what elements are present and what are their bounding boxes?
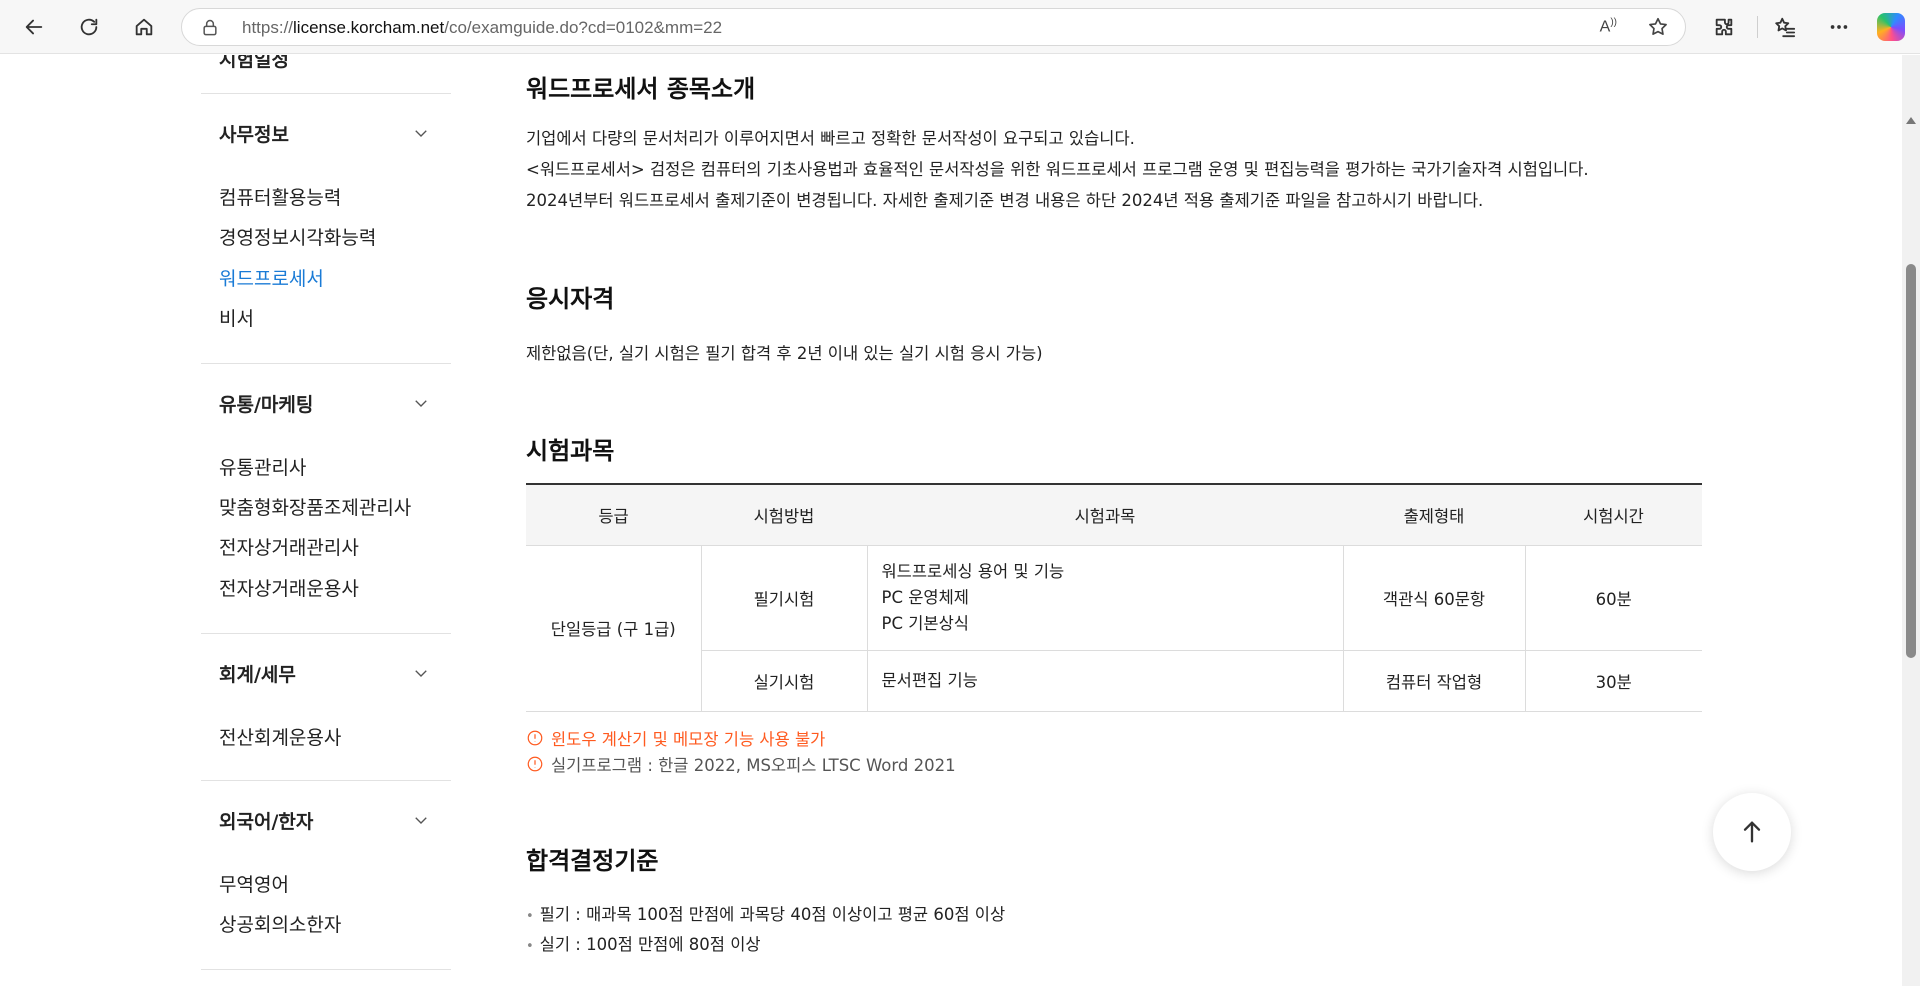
- intro-line: 기업에서 다량의 문서처리가 이루어지면서 빠르고 정확한 문서작성이 요구되고…: [526, 129, 1135, 148]
- header-format: 출제형태: [1343, 483, 1525, 546]
- url-prefix: https://: [242, 18, 294, 37]
- sidebar-item-distribution-manager[interactable]: 유통관리사: [219, 453, 306, 480]
- more-button[interactable]: [1821, 9, 1857, 45]
- scrollbar-thumb[interactable]: [1906, 264, 1916, 658]
- favorites-icon: [1775, 17, 1796, 38]
- table-row: 실기시험 문서편집 기능 컴퓨터 작업형 30분: [526, 650, 1702, 712]
- home-button[interactable]: [126, 9, 162, 45]
- sidebar-item-exam-schedule[interactable]: 시험일정: [219, 55, 289, 72]
- back-icon: [25, 19, 43, 35]
- note-text: 윈도우 계산기 및 메모장 기능 사용 불가: [551, 730, 826, 749]
- url-host: license.korcham.net: [293, 18, 445, 37]
- subject-item: PC 기본상식: [881, 613, 969, 633]
- subjects-cell: 워드프로세싱 용어 및 기능 PC 운영체제 PC 기본상식: [866, 545, 1343, 651]
- list-item: 실기 : 100점 만점에 80점 이상: [526, 931, 761, 955]
- table-row: 단일등급 (구 1급) 필기시험 워드프로세싱 용어 및 기능 PC 운영체제 …: [526, 545, 1702, 712]
- scroll-to-top-button[interactable]: [1713, 793, 1791, 871]
- subject-item: PC 운영체제: [881, 587, 969, 607]
- divider: [201, 93, 451, 94]
- sidebar-item-word-processor[interactable]: 워드프로세서: [219, 264, 324, 291]
- sidebar-group-languages[interactable]: 외국어/한자: [219, 807, 313, 834]
- intro-title: 워드프로세서 종목소개: [526, 75, 756, 103]
- sidebar-group-accounting[interactable]: 회계/세무: [219, 660, 296, 687]
- warning-note: 윈도우 계산기 및 메모장 기능 사용 불가: [526, 726, 825, 750]
- sidebar-group-office[interactable]: 사무정보: [219, 120, 289, 147]
- divider: [201, 363, 451, 364]
- time-cell: 60분: [1524, 545, 1702, 651]
- address-bar[interactable]: https://license.korcham.net/co/examguide…: [181, 8, 1686, 46]
- pass-criteria-title: 합격결정기준: [526, 847, 659, 875]
- list-item: 필기 : 매과목 100점 만점에 과목당 40점 이상이고 평균 60점 이상: [526, 901, 1005, 925]
- scroll-up-arrow[interactable]: [1906, 117, 1916, 124]
- url-text[interactable]: https://license.korcham.net/co/examguide…: [242, 18, 722, 38]
- method-cell: 필기시험: [700, 545, 867, 651]
- sidebar-item-trade-english[interactable]: 무역영어: [219, 870, 289, 897]
- chevron-down-icon[interactable]: [412, 664, 430, 682]
- sidebar-item-secretary[interactable]: 비서: [219, 304, 254, 331]
- subjects-title: 시험과목: [526, 437, 615, 465]
- sidebar-item-ecommerce-operator[interactable]: 전자상거래운용사: [219, 574, 359, 601]
- divider: [201, 969, 451, 970]
- copilot-icon[interactable]: [1877, 13, 1905, 41]
- read-aloud-icon[interactable]: A)): [1600, 17, 1617, 36]
- home-icon: [135, 18, 153, 36]
- url-path: /co/examguide.do?cd=0102&mm=22: [444, 18, 723, 37]
- header-method: 시험방법: [701, 483, 867, 546]
- format-cell: 컴퓨터 작업형: [1342, 650, 1525, 712]
- sidebar-item-ecommerce-manager[interactable]: 전자상거래관리사: [219, 533, 359, 560]
- extensions-button[interactable]: [1706, 9, 1742, 45]
- refresh-icon: [80, 18, 98, 36]
- eligibility-title: 응시자격: [526, 285, 615, 313]
- arrow-up-icon: [1743, 821, 1761, 843]
- subjects-cell: 문서편집 기능: [866, 650, 1343, 712]
- sidebar-item-computer-skills[interactable]: 컴퓨터활용능력: [219, 183, 341, 210]
- header-grade: 등급: [526, 483, 701, 546]
- favorites-button[interactable]: [1767, 9, 1803, 45]
- grade-cell: 단일등급 (구 1급): [526, 545, 701, 712]
- sidebar-group-marketing[interactable]: 유통/마케팅: [219, 390, 313, 417]
- divider: [201, 780, 451, 781]
- sidebar-item-business-visualization[interactable]: 경영정보시각화능력: [219, 223, 376, 250]
- page-viewport: 시험일정 사무정보 컴퓨터활용능력 경영정보시각화능력 워드프로세서 비서 유통…: [0, 55, 1920, 986]
- note-text: 실기프로그램 : 한글 2022, MS오피스 LTSC Word 2021: [551, 756, 956, 775]
- back-button[interactable]: [16, 9, 52, 45]
- more-icon: [1830, 25, 1848, 29]
- intro-line: <워드프로세서> 검정은 컴퓨터의 기초사용법과 효율적인 문서작성을 위한 워…: [526, 160, 1589, 179]
- header-subjects: 시험과목: [867, 483, 1343, 546]
- info-note: 실기프로그램 : 한글 2022, MS오피스 LTSC Word 2021: [526, 752, 956, 776]
- chevron-down-icon[interactable]: [412, 394, 430, 412]
- scrollbar[interactable]: [1902, 55, 1920, 986]
- format-cell: 객관식 60문항: [1342, 545, 1525, 651]
- intro-line: 2024년부터 워드프로세서 출제기준이 변경됩니다. 자세한 출제기준 변경 …: [526, 191, 1484, 210]
- info-circle-icon: [526, 755, 544, 773]
- header-time: 시험시간: [1525, 483, 1702, 546]
- subject-item: 문서편집 기능: [881, 670, 978, 690]
- chevron-down-icon[interactable]: [412, 124, 430, 142]
- table-header-row: 등급 시험방법 시험과목 출제형태 시험시간: [526, 483, 1702, 546]
- sidebar-item-computerized-accounting[interactable]: 전산회계운용사: [219, 723, 341, 750]
- exam-subjects-table: 등급 시험방법 시험과목 출제형태 시험시간 단일등급 (구 1급) 필기시험 …: [526, 483, 1702, 712]
- browser-toolbar: https://license.korcham.net/co/examguide…: [0, 0, 1920, 54]
- eligibility-text: 제한없음(단, 실기 시험은 필기 합격 후 2년 이내 있는 실기 시험 응시…: [526, 344, 1043, 363]
- extensions-icon: [1715, 18, 1733, 36]
- method-cell: 실기시험: [700, 650, 867, 712]
- toolbar-separator: [1757, 16, 1758, 38]
- divider: [201, 633, 451, 634]
- time-cell: 30분: [1524, 650, 1702, 712]
- chevron-down-icon[interactable]: [412, 811, 430, 829]
- refresh-button[interactable]: [71, 9, 107, 45]
- sidebar-item-chamber-hanja[interactable]: 상공회의소한자: [219, 910, 341, 937]
- info-circle-icon: [526, 729, 544, 747]
- lock-icon[interactable]: [200, 18, 220, 38]
- star-icon[interactable]: [1647, 16, 1669, 38]
- subject-item: 워드프로세싱 용어 및 기능: [881, 561, 1065, 581]
- sidebar-item-cosmetics-manager[interactable]: 맞춤형화장품조제관리사: [219, 493, 411, 520]
